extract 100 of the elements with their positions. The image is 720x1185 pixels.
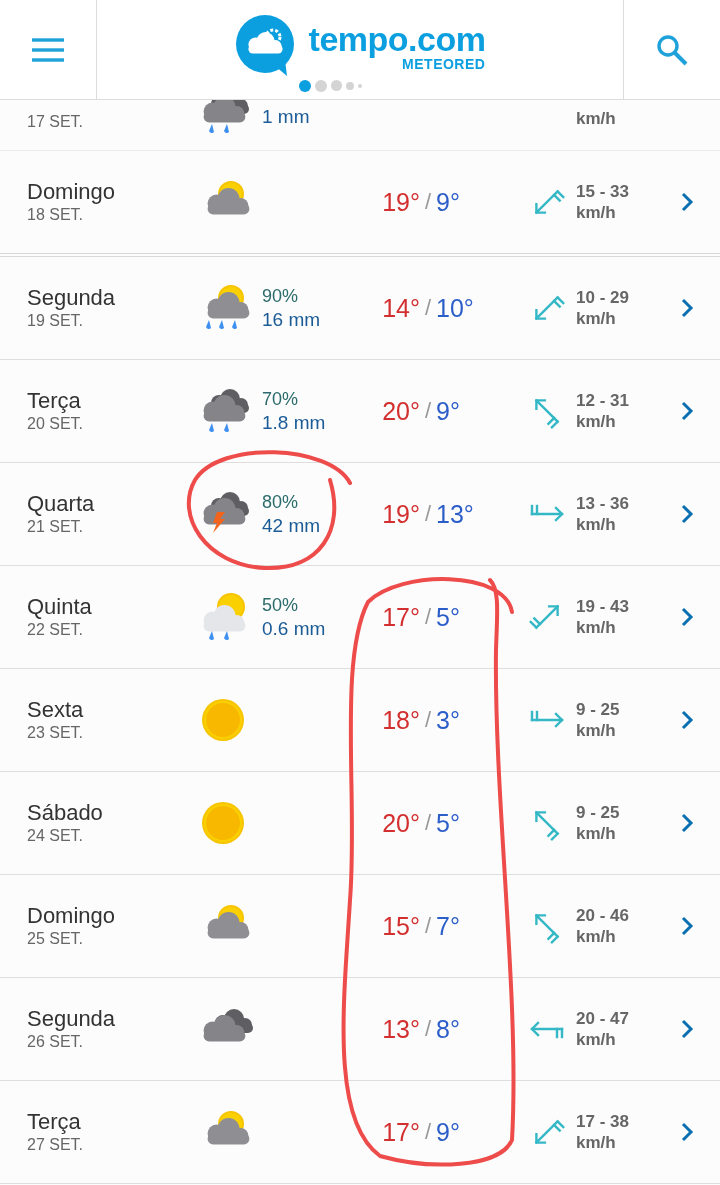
chevron-icon[interactable]: [680, 709, 696, 731]
day-date: 24 SET.: [27, 826, 85, 846]
precip-amount: 0.6 mm: [262, 616, 327, 641]
slash-separator: /: [423, 501, 433, 527]
forecast-row[interactable]: Domingo 25 SET. 15° / 7° 20 - 46 km/h: [0, 875, 720, 978]
chevron-icon[interactable]: [680, 915, 696, 937]
pager-dot[interactable]: [298, 79, 311, 92]
slash-separator: /: [423, 295, 433, 321]
day-date: 27 SET.: [27, 1135, 85, 1155]
forecast-row[interactable]: Sexta 23 SET. 18° / 3° 9 - 25 km/h: [0, 669, 720, 772]
wind-unit: km/h: [576, 823, 617, 844]
forecast-row[interactable]: Terça 27 SET. 17° / 9° 17 - 38 km/h: [0, 1081, 720, 1184]
day-name: Segunda: [27, 285, 117, 311]
day-date: 19 SET.: [27, 311, 85, 331]
wind-unit: km/h: [576, 720, 617, 741]
wind-speed: 13 - 36: [576, 493, 630, 514]
slash-separator: /: [423, 398, 433, 424]
pager-dot[interactable]: [357, 83, 362, 88]
wind-speed: 20 - 47: [576, 1008, 630, 1029]
min-temperature: 5°: [436, 808, 461, 838]
wind-unit: km/h: [576, 202, 617, 223]
wind-unit: km/h: [576, 308, 617, 329]
max-temperature: 19°: [381, 187, 420, 217]
precip-chance: 80%: [262, 490, 300, 514]
wind-speed: 20 - 46: [576, 905, 630, 926]
day-date: 18 SET.: [27, 205, 85, 225]
max-temperature: 17°: [381, 1117, 420, 1147]
day-date: 26 SET.: [27, 1032, 85, 1052]
min-temperature: 10°: [436, 293, 475, 323]
forecast-row[interactable]: Terça 20 SET. 70% 1.8 mm 20° / 9° 12 - 31 km/h: [0, 360, 720, 463]
forecast-row[interactable]: Segunda 26 SET. 13° / 8° 20 - 47 km/h: [0, 978, 720, 1081]
forecast-row[interactable]: Quarta 21 SET. 80% 42 mm 19° / 13° 13 - 36 km/h: [0, 463, 720, 566]
max-temperature: 13°: [381, 1014, 420, 1044]
max-temperature: 20°: [381, 396, 420, 426]
slash-separator: /: [423, 810, 433, 836]
day-name: Domingo: [27, 179, 117, 205]
day-name: Segunda: [27, 1006, 117, 1032]
max-temperature: 15°: [381, 911, 420, 941]
chevron-icon[interactable]: [680, 297, 696, 319]
forecast-row[interactable]: Sábado 24 SET. 20° / 5° 9 - 25 km/h: [0, 772, 720, 875]
wind-speed: 15 - 33: [576, 181, 630, 202]
min-temperature: 7°: [436, 911, 461, 941]
chevron-icon[interactable]: [680, 606, 696, 628]
precip-amount: 1.8 mm: [262, 410, 327, 435]
min-temperature: 9°: [436, 187, 461, 217]
min-temperature: 13°: [436, 499, 475, 529]
wind-unit: km/h: [576, 1132, 617, 1153]
wind-speed: 19 - 43: [576, 596, 630, 617]
chevron-icon[interactable]: [680, 400, 696, 422]
day-date: 25 SET.: [27, 929, 85, 949]
chevron-icon[interactable]: [680, 812, 696, 834]
pager-dot[interactable]: [330, 80, 342, 91]
pager-dot[interactable]: [314, 79, 327, 92]
wind-speed: 10 - 29: [576, 287, 630, 308]
wind-unit: km/h: [576, 1029, 617, 1050]
precip-chance: 70%: [262, 387, 300, 411]
slash-separator: /: [423, 707, 433, 733]
min-temperature: 3°: [436, 705, 461, 735]
day-name: Quarta: [27, 491, 96, 517]
day-date: 20 SET.: [27, 414, 85, 434]
pager-dot[interactable]: [345, 81, 354, 90]
max-temperature: 18°: [381, 705, 420, 735]
precip-amount: 42 mm: [262, 513, 322, 538]
brand-name: tempo.com: [308, 20, 486, 57]
day-date: 22 SET.: [27, 620, 85, 640]
day-name: Domingo: [27, 903, 117, 929]
precip-amount: 1 mm: [262, 104, 311, 129]
max-temperature: 17°: [381, 602, 420, 632]
day-name: Quinta: [27, 594, 93, 620]
day-date: 21 SET.: [27, 517, 85, 537]
wind-unit: km/h: [576, 926, 617, 947]
wind-unit: km/h: [576, 514, 617, 535]
search-icon: [656, 33, 688, 66]
slash-separator: /: [423, 913, 433, 939]
slash-separator: /: [423, 189, 433, 215]
min-temperature: 8°: [436, 1014, 461, 1044]
min-temperature: 9°: [436, 1117, 461, 1147]
chevron-icon[interactable]: [680, 503, 696, 525]
max-temperature: 19°: [381, 499, 420, 529]
wind-unit: km/h: [576, 108, 617, 129]
wind-unit: km/h: [576, 617, 617, 638]
day-date: 17 SET.: [27, 111, 85, 132]
max-temperature: 20°: [381, 808, 420, 838]
wind-speed: 9 - 25: [576, 802, 621, 823]
precip-chance: 90%: [262, 284, 300, 308]
day-name: Sábado: [27, 800, 104, 826]
wind-unit: km/h: [576, 411, 617, 432]
menu-icon: [31, 36, 65, 63]
wind-speed: 12 - 31: [576, 390, 630, 411]
forecast-row[interactable]: Quinta 22 SET. 50% 0.6 mm 17° / 5° 19 - 43 km/h: [0, 566, 720, 669]
chevron-icon[interactable]: [680, 191, 696, 213]
slash-separator: /: [423, 1016, 433, 1042]
chevron-icon[interactable]: [680, 1018, 696, 1040]
max-temperature: 14°: [381, 293, 420, 323]
day-date: 23 SET.: [27, 723, 85, 743]
wind-speed: 9 - 25: [576, 699, 621, 720]
precip-chance: 50%: [262, 593, 300, 617]
forecast-row[interactable]: Segunda 19 SET. 90% 16 mm 14° / 10° 10 - 29 km/h: [0, 257, 720, 360]
slash-separator: /: [423, 604, 433, 630]
chevron-icon[interactable]: [680, 1121, 696, 1143]
